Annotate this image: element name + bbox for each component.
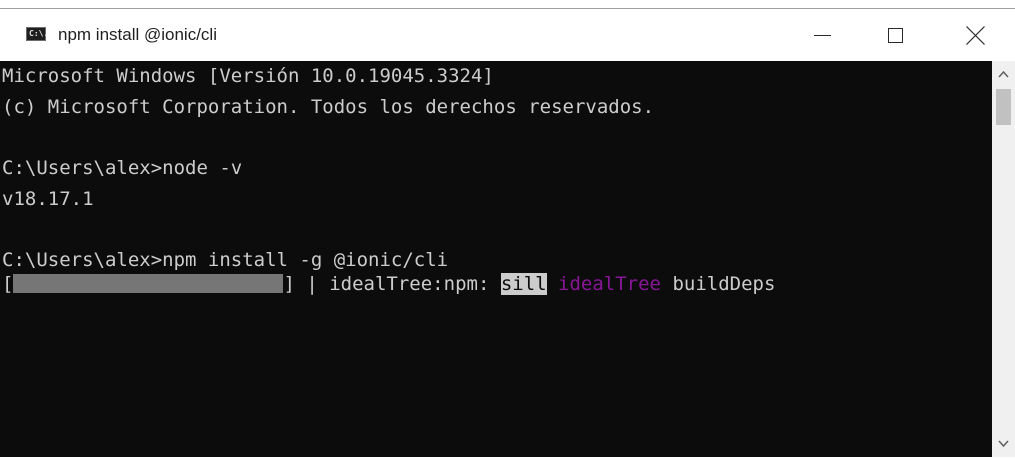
progress-line: [] | idealTree:npm: sill idealTree build… [2, 273, 775, 295]
chevron-up-icon [998, 70, 1009, 78]
progress-space [661, 273, 672, 295]
console-line: Microsoft Windows [Versión 10.0.19045.33… [2, 65, 494, 87]
close-button[interactable] [952, 9, 998, 61]
minimize-button[interactable] [800, 9, 846, 61]
log-message: buildDeps [672, 273, 776, 295]
log-level-badge: sill [500, 273, 547, 295]
console-output[interactable]: Microsoft Windows [Versión 10.0.19045.33… [0, 61, 992, 457]
progress-bracket-close: ] [283, 273, 295, 295]
scroll-up-button[interactable] [992, 61, 1015, 87]
cmd-icon-label: C:\. [29, 29, 49, 38]
maximize-button[interactable] [874, 9, 920, 61]
console-line: C:\Users\alex>npm install -g @ionic/cli [2, 249, 449, 271]
console-window: C:\. npm install @ionic/cli Microsoft Wi… [0, 0, 1015, 457]
vertical-scrollbar[interactable] [992, 61, 1015, 457]
close-icon [966, 26, 985, 45]
progress-bar-fill [13, 274, 284, 293]
console-line: v18.17.1 [2, 188, 94, 210]
chevron-down-icon [998, 440, 1009, 448]
scroll-down-button[interactable] [992, 431, 1015, 457]
progress-separator: | [294, 273, 330, 295]
window-title: npm install @ionic/cli [58, 25, 217, 44]
log-scope: idealTree [558, 273, 661, 295]
progress-space [547, 273, 558, 295]
progress-stage: idealTree:npm: [329, 273, 501, 295]
maximize-icon [888, 28, 903, 43]
console-line: (c) Microsoft Corporation. Todos los der… [2, 96, 655, 118]
scrollbar-thumb[interactable] [996, 89, 1011, 125]
minimize-icon [814, 35, 831, 36]
console-line: C:\Users\alex>node -v [2, 157, 243, 179]
cmd-icon[interactable]: C:\. [26, 27, 49, 41]
progress-bracket-open: [ [2, 273, 14, 295]
title-bar[interactable]: C:\. npm install @ionic/cli [0, 9, 1015, 61]
